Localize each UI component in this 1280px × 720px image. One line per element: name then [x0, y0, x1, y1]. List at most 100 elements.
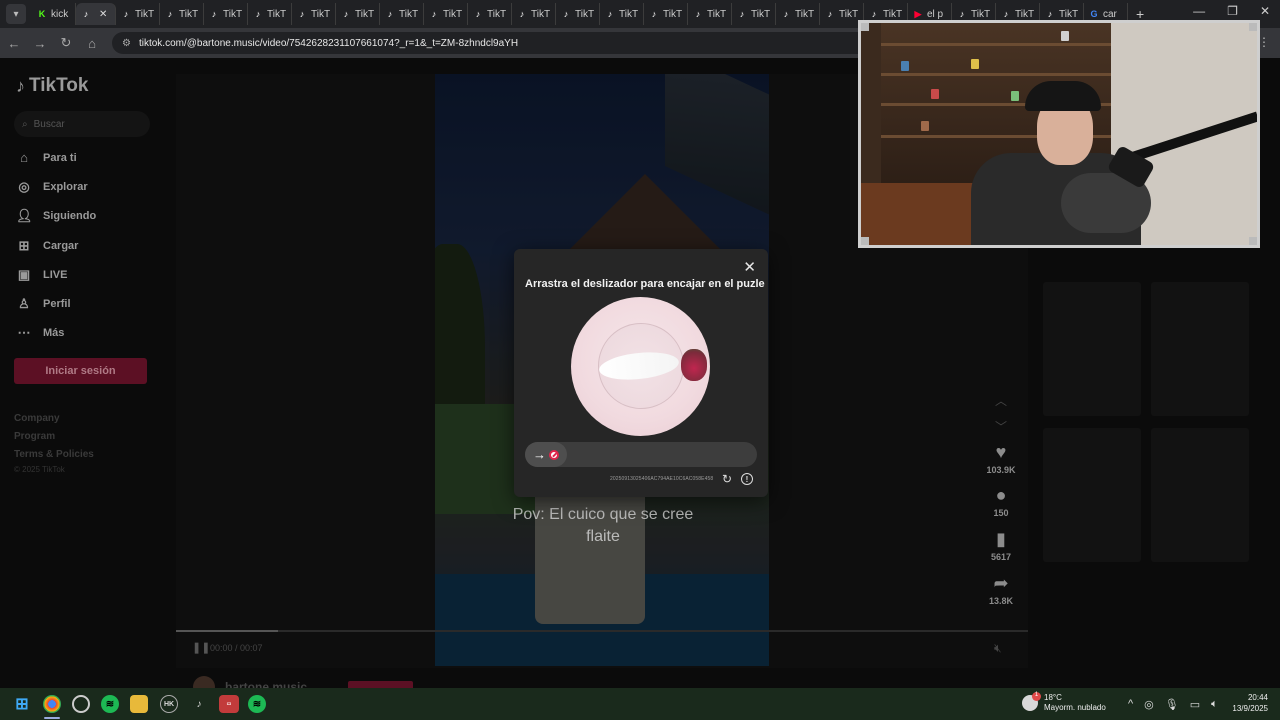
chrome-icon[interactable]: [43, 695, 61, 713]
footer-link-program[interactable]: Program: [14, 431, 55, 442]
like-button[interactable]: ♥ 103.9K: [976, 442, 1026, 475]
browser-tab[interactable]: ♪ TikT: [468, 3, 512, 25]
browser-tab[interactable]: ♪ TikT: [116, 3, 160, 25]
next-video-icon[interactable]: ﹀: [994, 414, 1008, 440]
browser-tab[interactable]: ♪ ✕: [76, 3, 116, 25]
arrow-right-icon: →: [533, 447, 546, 462]
maximize-icon[interactable]: ❐: [1227, 4, 1238, 18]
captcha-slider-handle[interactable]: →: [525, 442, 567, 467]
tab-title: el p: [927, 8, 944, 20]
info-icon[interactable]: !: [741, 473, 753, 485]
close-icon[interactable]: ✕: [743, 258, 756, 276]
microphone-icon[interactable]: 🎙︎: [1165, 698, 1179, 711]
sidebar-item-cargar[interactable]: ⊞ Cargar: [16, 238, 79, 254]
tab-search-button[interactable]: ▾: [6, 4, 26, 24]
clock[interactable]: 20:44 13/9/2025: [1232, 692, 1268, 714]
refresh-icon[interactable]: ↻: [722, 472, 732, 486]
caption-line-1: Pov: El cuico que se cree: [512, 506, 694, 523]
tab-title: TikT: [531, 8, 551, 20]
tiktok-icon: ♪: [827, 9, 833, 19]
browser-tab[interactable]: ♪ TikT: [380, 3, 424, 25]
spotify-icon[interactable]: ≋: [101, 695, 119, 713]
home-icon[interactable]: ⌂: [80, 36, 104, 51]
spotify-icon[interactable]: ≋: [248, 695, 266, 713]
save-button[interactable]: ▮ 5617: [976, 529, 1026, 562]
browser-tab[interactable]: ♪ TikT: [512, 3, 556, 25]
address-bar[interactable]: ⚙ tiktok.com/@bartone.music/video/754262…: [112, 32, 952, 54]
share-count: 13.8K: [988, 596, 1014, 606]
browser-tab[interactable]: ♪ TikT: [248, 3, 292, 25]
tab-title: car: [1103, 8, 1117, 20]
more-icon: ⋯: [17, 325, 31, 340]
window-controls: — ❐ ✕: [1193, 4, 1270, 18]
browser-tab[interactable]: ♪ TikT: [732, 3, 776, 25]
google-icon: G: [1090, 9, 1098, 19]
obs-icon[interactable]: [72, 695, 90, 713]
sidebar-item-perfil[interactable]: ♙ Perfil: [16, 296, 70, 312]
browser-tab[interactable]: ♪ TikT: [292, 3, 336, 25]
captcha-title: Arrastra el deslizador para encajar en e…: [525, 278, 765, 290]
related-video-thumb[interactable]: [1043, 282, 1141, 416]
footer-link-company[interactable]: Company: [14, 413, 60, 424]
browser-tab[interactable]: ♪ TikT: [644, 3, 688, 25]
sidebar-item-live[interactable]: ▣ LIVE: [16, 267, 68, 283]
related-video-thumb[interactable]: [1151, 428, 1249, 562]
tiktok-app-icon[interactable]: ♪: [190, 695, 208, 713]
windows-start-icon[interactable]: ⊞: [13, 695, 31, 713]
tab-title: TikT: [1059, 8, 1079, 20]
pause-icon[interactable]: ❚❚: [192, 641, 210, 654]
app-icon[interactable]: HK: [160, 695, 178, 713]
previous-video-icon[interactable]: ︿: [994, 388, 1008, 414]
chevron-up-icon[interactable]: ^: [1128, 698, 1133, 711]
footer-link-terms[interactable]: Terms & Policies: [14, 449, 94, 460]
weather-desc: Mayorm. nublado: [1044, 703, 1106, 712]
like-count: 103.9K: [986, 465, 1016, 475]
search-input[interactable]: ⌕ Buscar: [14, 111, 150, 137]
system-tray: ^ ◎ 🎙︎ ▭ 🔈︎: [1128, 698, 1218, 711]
close-window-icon[interactable]: ✕: [1260, 4, 1270, 18]
browser-tab[interactable]: ♪ TikT: [160, 3, 204, 25]
site-info-icon[interactable]: ⚙: [122, 38, 131, 49]
tiktok-icon: ♪: [211, 9, 217, 19]
browser-tab[interactable]: ♪ TikT: [688, 3, 732, 25]
browser-tab[interactable]: ♪ TikT: [336, 3, 380, 25]
forward-icon[interactable]: →: [28, 36, 52, 51]
reload-icon[interactable]: ↻: [54, 35, 78, 51]
related-video-thumb[interactable]: [1151, 282, 1249, 416]
live-icon: ▣: [17, 267, 31, 282]
tiktok-logo[interactable]: ♪ TikTok: [16, 75, 88, 97]
display-icon[interactable]: ▭: [1190, 698, 1200, 711]
browser-tab[interactable]: ♪ TikT: [204, 3, 248, 25]
app-icon[interactable]: ▭: [219, 695, 239, 713]
login-button[interactable]: Iniciar sesión: [14, 358, 147, 384]
browser-tab[interactable]: Kkick: [32, 3, 76, 25]
sidebar-item-mas[interactable]: ⋯ Más: [16, 325, 65, 341]
sidebar-item-label: Más: [43, 327, 65, 339]
comment-button[interactable]: ● 150: [976, 485, 1026, 518]
mute-icon[interactable]: 🔇︎: [994, 641, 1002, 656]
browser-tab[interactable]: ♪ TikT: [556, 3, 600, 25]
tab-title: TikT: [839, 8, 859, 20]
share-button[interactable]: ➦ 13.8K: [976, 573, 1026, 606]
video-progress-bar[interactable]: [176, 630, 1028, 632]
network-globe-icon[interactable]: ◎: [1144, 698, 1154, 711]
file-explorer-icon[interactable]: [130, 695, 148, 713]
browser-tab[interactable]: ♪ TikT: [600, 3, 644, 25]
related-video-thumb[interactable]: [1043, 428, 1141, 562]
tab-title: kick: [51, 8, 69, 20]
minimize-icon[interactable]: —: [1193, 4, 1205, 18]
weather-widget[interactable]: 1 18°C Mayorm. nublado: [1022, 692, 1106, 713]
back-icon[interactable]: ←: [2, 36, 26, 51]
weather-badge: 1: [1032, 692, 1041, 701]
close-tab-icon[interactable]: ✕: [99, 9, 107, 20]
profile-icon: ♙: [18, 296, 30, 311]
speaker-icon[interactable]: 🔈︎: [1211, 698, 1218, 711]
browser-tab[interactable]: ♪ TikT: [776, 3, 820, 25]
tiktok-icon: ♪: [431, 9, 437, 19]
sidebar-item-siguiendo[interactable]: 👤︎ Siguiendo: [16, 208, 96, 224]
browser-tab[interactable]: ♪ TikT: [424, 3, 468, 25]
captcha-slider-track[interactable]: →: [525, 442, 757, 467]
tiktok-icon: ♪: [519, 9, 525, 19]
sidebar-item-explorar[interactable]: ◎ Explorar: [16, 179, 87, 195]
sidebar-item-para-ti[interactable]: ⌂ Para ti: [16, 150, 77, 165]
